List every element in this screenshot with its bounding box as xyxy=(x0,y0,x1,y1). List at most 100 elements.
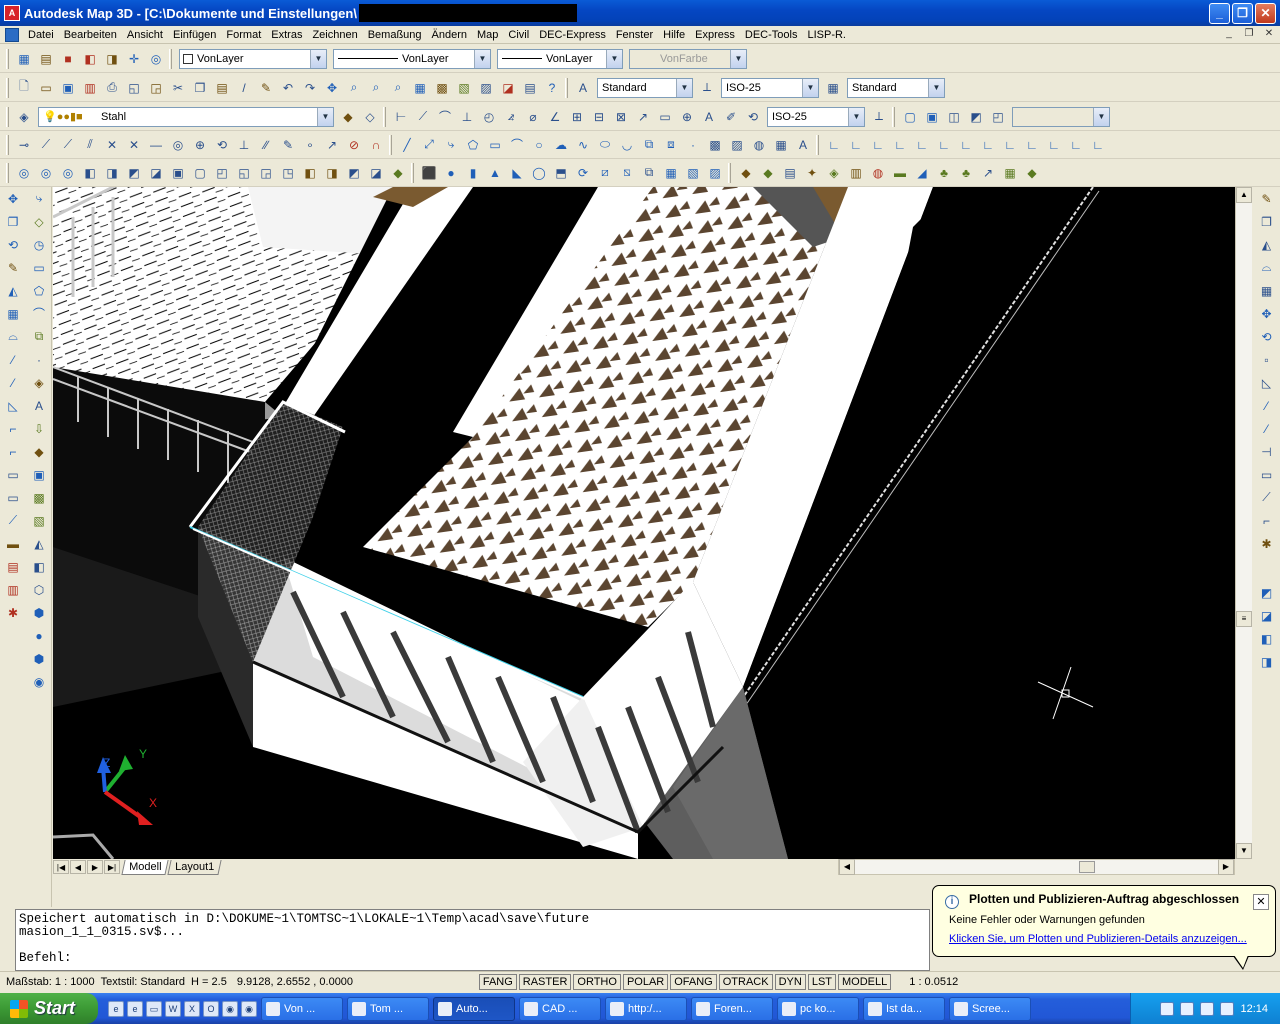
autocad-icon[interactable]: A xyxy=(4,5,20,21)
tray-v-icon[interactable] xyxy=(1220,1001,1235,1016)
ucs-3point-icon[interactable]: ∟ xyxy=(1001,136,1019,154)
layer-combo[interactable]: VonLayer ▼ xyxy=(179,48,327,69)
dim-baseline-icon[interactable]: ⊟ xyxy=(590,108,608,126)
dim-style-icon[interactable]: ⟂ xyxy=(698,79,716,97)
ql-outlook-icon[interactable]: O xyxy=(203,1000,219,1017)
r-erase-icon[interactable]: ✎ xyxy=(1258,190,1275,207)
parallel-icon[interactable]: ∕∕ xyxy=(257,136,275,154)
toolbar-grip[interactable] xyxy=(6,162,9,183)
viewport-4-icon[interactable]: ◩ xyxy=(967,108,985,126)
r-draworder-back-icon[interactable]: ◪ xyxy=(1258,607,1275,624)
magnet-icon[interactable]: ∩ xyxy=(367,136,385,154)
viewport-scale[interactable]: 1 : 0.0512 xyxy=(909,976,989,988)
break-icon[interactable]: ⟋ xyxy=(5,512,22,529)
copy-icon[interactable]: ❐ xyxy=(191,79,209,97)
explode-icon[interactable]: ✱ xyxy=(5,604,22,621)
tray-kaspersky-icon[interactable] xyxy=(1200,1001,1215,1016)
task-von[interactable]: Von ... xyxy=(261,996,343,1021)
toggle-ofang[interactable]: OFANG xyxy=(670,973,717,990)
ucs-previous-icon[interactable]: ∟ xyxy=(869,136,887,154)
doc-minimize-button[interactable]: _ xyxy=(1222,27,1236,41)
command-window-grip[interactable] xyxy=(0,909,15,971)
menu-extras[interactable]: Extras xyxy=(266,29,307,41)
menu-ansicht[interactable]: Ansicht xyxy=(122,29,168,41)
menu-map[interactable]: Map xyxy=(472,29,503,41)
close-button[interactable]: ✕ xyxy=(1255,3,1276,24)
table-style-icon[interactable]: ▦ xyxy=(824,79,842,97)
viewport-1-icon[interactable]: ▢ xyxy=(901,108,919,126)
rectangle-tool-icon[interactable]: ▭ xyxy=(31,259,48,276)
menu-bearbeiten[interactable]: Bearbeiten xyxy=(59,29,122,41)
toolbar-grip[interactable] xyxy=(728,162,731,183)
continuous-orbit-icon[interactable]: ◎ xyxy=(59,164,77,182)
zoom-realtime-icon[interactable]: ⌕ xyxy=(345,79,363,97)
polygon-tool-icon[interactable]: ⬠ xyxy=(31,282,48,299)
map-tools-icon[interactable]: ▦ xyxy=(15,50,33,68)
toggle-otrack[interactable]: OTRACK xyxy=(718,973,773,990)
drawing-viewport[interactable]: Y Z X xyxy=(53,187,1235,859)
cube-blue-icon[interactable]: ⬢ xyxy=(31,604,48,621)
ucs-y-icon[interactable]: ∟ xyxy=(1045,136,1063,154)
offset-icon[interactable]: ⌓ xyxy=(5,328,22,345)
center-mark-icon[interactable]: ⊕ xyxy=(678,108,696,126)
block-tool-icon[interactable]: ⧉ xyxy=(31,328,48,345)
text-style-combo[interactable]: Standard ▼ xyxy=(597,77,693,98)
view-top-icon[interactable]: ◧ xyxy=(81,164,99,182)
rect-icon[interactable]: ▭ xyxy=(5,466,22,483)
ucs-zaxis-icon[interactable]: ∟ xyxy=(979,136,997,154)
ucs-apply-icon[interactable]: ∟ xyxy=(1089,136,1107,154)
tab-first-button[interactable]: |◀ xyxy=(53,860,69,874)
doc-close-button[interactable]: ✕ xyxy=(1262,27,1276,41)
torus-icon[interactable]: ◯ xyxy=(530,164,548,182)
layer-states-icon[interactable]: ▤ xyxy=(37,50,55,68)
draw-line-icon[interactable]: ╱ xyxy=(398,136,416,154)
box-tool-icon[interactable]: ⬢ xyxy=(31,650,48,667)
copy-faces-icon[interactable]: ◧ xyxy=(31,558,48,575)
menu-hilfe[interactable]: Hilfe xyxy=(658,29,690,41)
rotate-object-icon[interactable]: ⟲ xyxy=(5,236,22,253)
tab-last-button[interactable]: ▶| xyxy=(104,860,120,874)
r-trim-icon[interactable]: ⁄ xyxy=(1258,397,1275,414)
scroll-down-arrow[interactable]: ▼ xyxy=(1236,843,1252,859)
copy-object-icon[interactable]: ❐ xyxy=(5,213,22,230)
view-ne-icon[interactable]: ◲ xyxy=(257,164,275,182)
intersect-icon[interactable]: ✕ xyxy=(103,136,121,154)
r-mirror-icon[interactable]: ◭ xyxy=(1258,236,1275,253)
r-array-icon[interactable]: ▦ xyxy=(1258,282,1275,299)
quick-dim-icon[interactable]: ⊞ xyxy=(568,108,586,126)
plot-icon[interactable]: ⎙ xyxy=(103,79,121,97)
ql-explorer-icon[interactable]: e xyxy=(108,1000,124,1017)
gradient-icon[interactable]: ▨ xyxy=(728,136,746,154)
layer-tool-icon[interactable]: ◧ xyxy=(81,50,99,68)
ql-folder-icon[interactable]: ▭ xyxy=(146,1000,162,1017)
measure-icon[interactable]: ▬ xyxy=(5,535,22,552)
toggle-dyn[interactable]: DYN xyxy=(774,973,806,990)
dim-continue-icon[interactable]: ⊠ xyxy=(612,108,630,126)
arc-tool-icon[interactable]: ⌒ xyxy=(31,305,48,322)
draw-cloud-icon[interactable]: ☁ xyxy=(552,136,570,154)
draw-rectangle-icon[interactable]: ▭ xyxy=(486,136,504,154)
view-bottom-icon[interactable]: ◨ xyxy=(103,164,121,182)
dim-radius-icon[interactable]: ◴ xyxy=(480,108,498,126)
dim-update-icon[interactable]: ⟲ xyxy=(744,108,762,126)
ucs-icon[interactable]: ∟ xyxy=(825,136,843,154)
menu-zeichnen[interactable]: Zeichnen xyxy=(307,29,362,41)
point-icon[interactable]: ∘ xyxy=(301,136,319,154)
dim-style-combo-2[interactable]: ISO-25 ▼ xyxy=(767,106,865,127)
layer-previous-icon[interactable]: ◇ xyxy=(361,108,379,126)
hatch-icon[interactable]: ▩ xyxy=(706,136,724,154)
draw-ellipse-icon[interactable]: ⬭ xyxy=(596,136,614,154)
toolbar-grip[interactable] xyxy=(892,106,895,127)
toggle-polar[interactable]: POLAR xyxy=(622,973,669,990)
horizontal-scrollbar[interactable]: ◀ ▶ xyxy=(838,859,1235,875)
mirror-icon[interactable]: ◭ xyxy=(5,282,22,299)
ucs-z-icon[interactable]: ∟ xyxy=(1067,136,1085,154)
zoom-previous-icon[interactable]: ⌕ xyxy=(389,79,407,97)
lights-icon[interactable]: ✦ xyxy=(803,164,821,182)
cut-icon[interactable]: ✂ xyxy=(169,79,187,97)
r-break-icon[interactable]: ▭ xyxy=(1258,466,1275,483)
construction-line-icon[interactable]: ⟋ xyxy=(37,136,55,154)
tab-next-button[interactable]: ▶ xyxy=(87,860,103,874)
render-icon[interactable]: ◆ xyxy=(759,164,777,182)
draw-spline-icon[interactable]: ∿ xyxy=(574,136,592,154)
